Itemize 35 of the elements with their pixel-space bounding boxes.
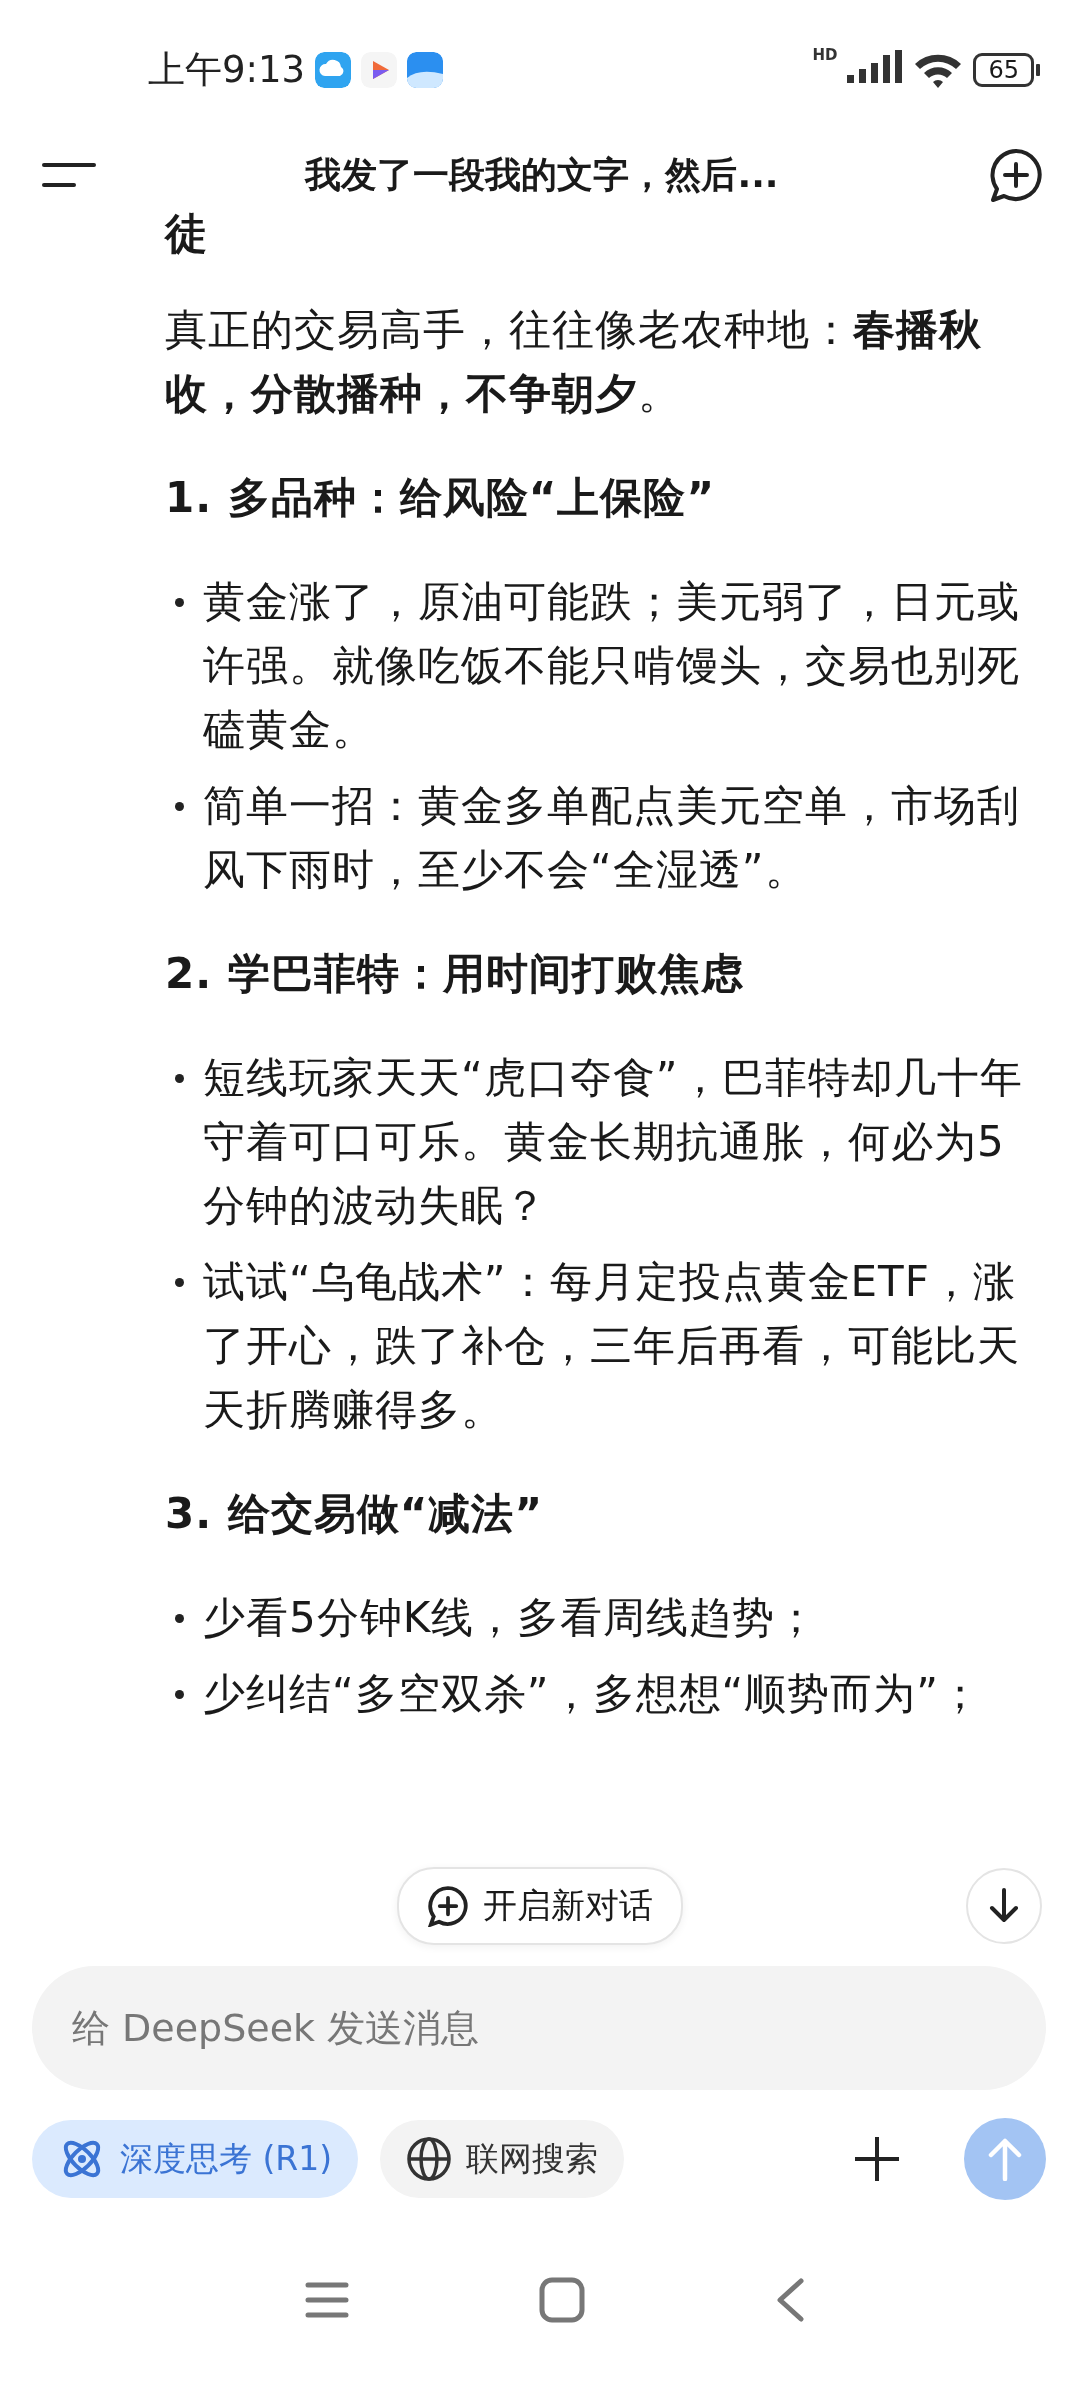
chat-title: 我发了一段我的文字，然后... [303,152,780,197]
list-item-text: 短线玩家天天“虎口夺食”，巴菲特却几十年守着可口可乐。黄金长期抗通胀，何必为5分钟的波动失眠？ [203,1052,1024,1232]
list-item-text: 简单一招：黄金多单配点美元空单，市场刮风下雨时，至少不会“全湿透”。 [203,780,1021,896]
message-text: 徒 [165,210,209,260]
bullet-icon [175,802,184,811]
play-app-icon [361,52,398,88]
section-heading: 2. 学巴菲特：用时间打败焦虑 [165,948,745,1000]
message-input-field[interactable]: 给 DeepSeek 发送消息 [32,1966,1046,2090]
new-chat-button[interactable]: 开启新对话 [397,1867,683,1945]
message-paragraph: 真正的交易高手，往往像老农种地：春播秋收，分散播种，不争朝夕。 [165,304,983,420]
back-icon[interactable] [775,2277,805,2323]
new-chat-icon [427,1885,469,1927]
status-time: 上午9:13 [148,47,306,93]
bullet-icon [175,1074,184,1083]
toggle-chip[interactable]: 联网搜索 [380,2120,625,2198]
menu-icon[interactable] [42,161,96,189]
list-item-text: 黄金涨了，原油可能跌；美元弱了，日元或许强。就像吃饭不能只啃馒头，交易也别死磕黄金。 [203,576,1021,756]
home-icon[interactable] [539,2277,585,2323]
globe-icon [406,2136,453,2182]
list-item-text: 试试“乌龟战术”：每月定投点黄金ETF，涨了开心，跌了补仓，三年后再看，可能比天天折腾赚得多。 [203,1256,1021,1436]
section-heading: 1. 多品种：给风险“上保险” [165,472,716,524]
plus-icon[interactable] [852,2134,902,2184]
weather-app-icon [407,52,444,88]
bullet-icon [175,598,184,607]
new-chat-icon[interactable] [988,147,1044,203]
network-type-label: HD [812,46,838,64]
list-item-text: 少纠结“多空双杀”，多想想“顺势而为”； [203,1668,983,1720]
bullet-icon [175,1614,184,1623]
cloud-app-icon [315,52,352,88]
bullet-icon [175,1690,184,1699]
section-heading: 3. 给交易做“减法” [165,1488,544,1540]
list-item-text: 少看5分钟K线，多看周线趋势； [203,1592,819,1644]
toggle-chip[interactable]: 深度思考 (R1) [32,2120,359,2198]
recent-apps-icon[interactable] [305,2280,349,2320]
bullet-icon [175,1278,184,1287]
